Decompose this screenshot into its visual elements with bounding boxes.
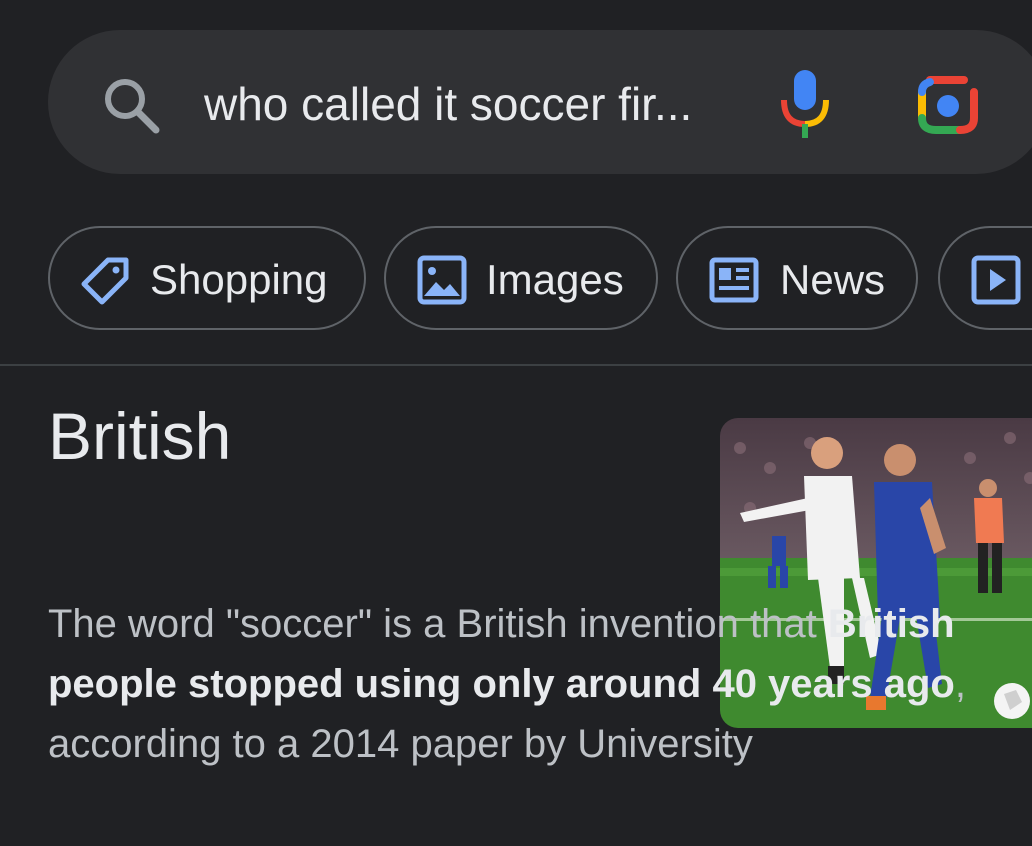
search-input[interactable]: who called it soccer fir...: [204, 76, 692, 132]
filter-chips: Shopping Images News: [0, 226, 1032, 334]
microphone-icon[interactable]: [778, 68, 832, 140]
chip-label: Shopping: [150, 256, 328, 303]
chip-news[interactable]: News: [676, 226, 918, 330]
chip-label: News: [780, 256, 886, 303]
divider: [0, 364, 1032, 366]
chip-label: Images: [486, 256, 624, 303]
chip-videos[interactable]: [938, 226, 1032, 330]
featured-snippet-text: The word "soccer" is a British invention…: [48, 594, 1008, 774]
image-icon: [417, 255, 467, 305]
snippet-text: The word "soccer" is a British invention…: [48, 602, 828, 646]
chip-images[interactable]: Images: [384, 226, 658, 330]
featured-answer-title: British: [48, 399, 232, 473]
tag-icon: [81, 257, 129, 305]
video-icon: [971, 255, 1021, 305]
news-icon: [709, 257, 759, 303]
google-lens-icon[interactable]: [914, 72, 982, 136]
chip-shopping[interactable]: Shopping: [48, 226, 366, 330]
search-icon[interactable]: [100, 74, 162, 136]
